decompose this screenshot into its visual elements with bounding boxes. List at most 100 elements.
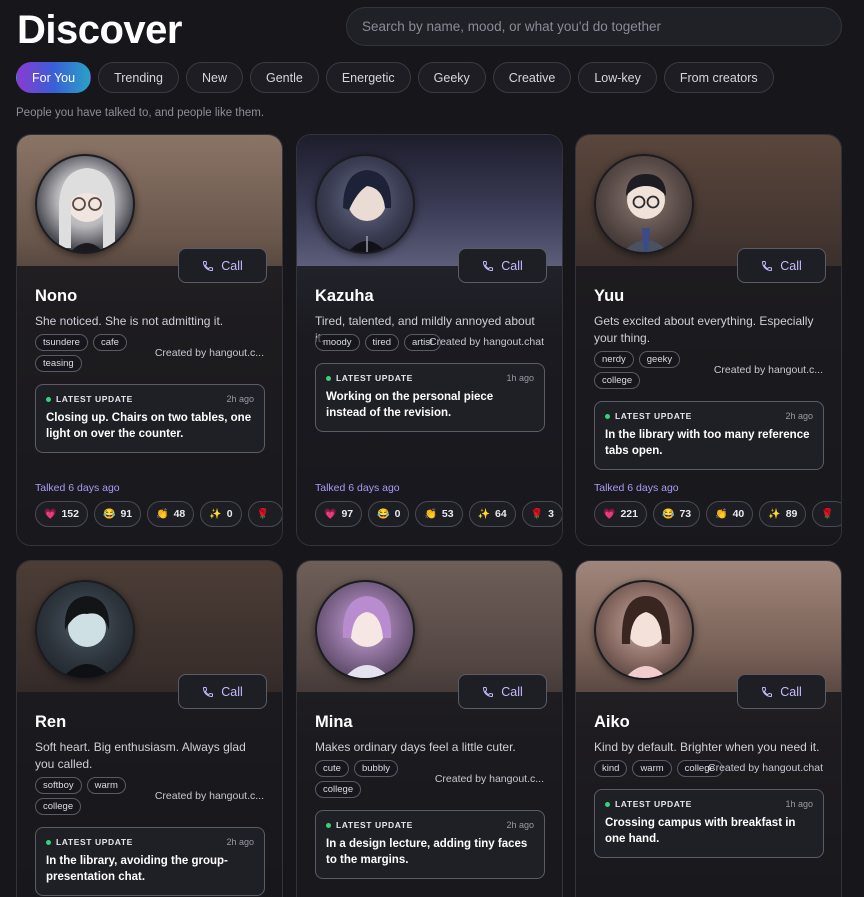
heart-icon: 💗	[44, 508, 57, 520]
avatar[interactable]	[315, 154, 415, 254]
latest-update[interactable]: LATEST UPDATE 2h ago In the library with…	[594, 401, 824, 470]
tag-list: moody tired artist	[315, 334, 441, 351]
creator-credit: Created by hangout.c...	[434, 773, 544, 785]
call-label: Call	[221, 684, 243, 699]
tag[interactable]: kind	[594, 760, 628, 777]
tag[interactable]: cute	[315, 760, 349, 777]
tag[interactable]: moody	[315, 334, 360, 351]
live-dot-icon	[605, 413, 610, 419]
update-time: 2h ago	[226, 837, 254, 847]
reaction-clap[interactable]: 👏 48	[147, 501, 195, 527]
search-input[interactable]	[346, 7, 842, 46]
tab-new[interactable]: New	[185, 62, 243, 93]
reaction-rose[interactable]: 🌹 3	[521, 501, 562, 527]
sparkle-icon: ✨	[477, 508, 491, 520]
category-tabs: For You Trending New Gentle Energetic Ge…	[16, 62, 774, 93]
avatar[interactable]	[594, 154, 694, 254]
tag[interactable]: teasing	[35, 355, 82, 372]
reaction-grin[interactable]: 😂 0	[368, 501, 410, 527]
call-button[interactable]: Call	[458, 248, 547, 283]
tag[interactable]: tsundere	[35, 334, 88, 351]
live-dot-icon	[46, 396, 51, 402]
update-time: 2h ago	[785, 411, 813, 421]
reaction-sparkle[interactable]: ✨ 0	[200, 501, 242, 527]
latest-update[interactable]: LATEST UPDATE 2h ago In a design lecture…	[315, 810, 545, 879]
rose-icon: 🌹	[530, 508, 544, 520]
latest-update[interactable]: LATEST UPDATE 1h ago Crossing campus wit…	[594, 789, 824, 858]
reaction-bar: 💗 152 😂 91 👏 48 ✨ 0 🌹	[35, 501, 282, 527]
character-card[interactable]: Call Mina Makes ordinary days feel a lit…	[296, 560, 563, 897]
tag-list: college	[315, 781, 362, 798]
sparkle-icon: ✨	[209, 508, 222, 520]
reaction-rose[interactable]: 🌹	[812, 501, 841, 527]
reaction-heart[interactable]: 💗 97	[315, 501, 363, 527]
latest-update[interactable]: LATEST UPDATE 2h ago In the library, avo…	[35, 827, 265, 896]
tag[interactable]: college	[315, 781, 362, 798]
update-text: In the library with too many reference t…	[605, 429, 810, 457]
tab-from-creators[interactable]: From creators	[663, 62, 774, 93]
call-button[interactable]: Call	[458, 674, 547, 709]
update-text: In a design lecture, adding tiny faces t…	[326, 838, 528, 866]
character-card[interactable]: Call Nono She noticed. She is not admitt…	[16, 134, 283, 546]
avatar[interactable]	[35, 580, 135, 680]
call-label: Call	[501, 684, 523, 699]
tab-trending[interactable]: Trending	[98, 62, 179, 93]
reaction-heart[interactable]: 💗 221	[594, 501, 647, 527]
latest-update[interactable]: LATEST UPDATE 1h ago Working on the pers…	[315, 363, 545, 432]
creator-credit: Created by hangout.c...	[154, 347, 264, 359]
tag[interactable]: geeky	[638, 351, 681, 368]
character-name: Kazuha	[315, 287, 374, 305]
reaction-grin[interactable]: 😂 91	[93, 501, 142, 527]
update-time: 2h ago	[506, 820, 534, 830]
phone-icon	[762, 686, 773, 697]
character-description: Gets excited about everything. Especiall…	[594, 314, 814, 345]
live-dot-icon	[605, 801, 610, 807]
tag[interactable]: softboy	[35, 777, 82, 794]
call-button[interactable]: Call	[178, 674, 267, 709]
tab-for-you[interactable]: For You	[16, 62, 92, 93]
live-dot-icon	[46, 839, 51, 845]
call-button[interactable]: Call	[178, 248, 267, 283]
reaction-sparkle[interactable]: ✨ 64	[468, 501, 516, 527]
tag-list: cute bubbly	[315, 760, 398, 777]
tag[interactable]: bubbly	[353, 760, 398, 777]
avatar[interactable]	[35, 154, 135, 254]
avatar[interactable]	[594, 580, 694, 680]
reaction-grin[interactable]: 😂 73	[652, 501, 701, 527]
tag[interactable]: tired	[364, 334, 399, 351]
tag[interactable]: college	[35, 798, 82, 815]
reaction-sparkle[interactable]: ✨ 89	[759, 501, 807, 527]
tab-low-key[interactable]: Low-key	[578, 62, 657, 93]
reaction-rose[interactable]: 🌹	[247, 501, 282, 527]
tag[interactable]: college	[594, 372, 641, 389]
tag[interactable]: nerdy	[594, 351, 634, 368]
last-talked: Talked 6 days ago	[594, 482, 679, 494]
tab-geeky[interactable]: Geeky	[417, 62, 486, 93]
latest-update[interactable]: LATEST UPDATE 2h ago Closing up. Chairs …	[35, 384, 265, 453]
avatar[interactable]	[315, 580, 415, 680]
character-description: She noticed. She is not admitting it.	[35, 314, 224, 328]
last-talked: Talked 6 days ago	[315, 482, 400, 494]
page-title: Discover	[17, 8, 182, 52]
call-button[interactable]: Call	[737, 248, 826, 283]
tab-creative[interactable]: Creative	[492, 62, 572, 93]
tag[interactable]: cafe	[92, 334, 127, 351]
character-card[interactable]: Call Ren Soft heart. Big enthusiasm. Alw…	[16, 560, 283, 897]
tag[interactable]: warm	[86, 777, 126, 794]
tab-energetic[interactable]: Energetic	[325, 62, 411, 93]
reaction-clap[interactable]: 👏 53	[415, 501, 463, 527]
creator-credit: Created by hangout.chat	[708, 762, 823, 774]
reaction-heart[interactable]: 💗 152	[35, 501, 88, 527]
update-label: LATEST UPDATE	[336, 373, 413, 383]
tab-gentle[interactable]: Gentle	[249, 62, 319, 93]
clap-icon: 👏	[424, 508, 437, 520]
character-card[interactable]: Call Yuu Gets excited about everything. …	[575, 134, 842, 546]
reaction-bar: 💗 221 😂 73 👏 40 ✨ 89 🌹	[594, 501, 841, 527]
reaction-clap[interactable]: 👏 40	[706, 501, 754, 527]
character-card[interactable]: Call Kazuha Tired, talented, and mildly …	[296, 134, 563, 546]
tag[interactable]: warm	[632, 760, 672, 777]
call-button[interactable]: Call	[737, 674, 826, 709]
character-card[interactable]: Call Aiko Kind by default. Brighter when…	[575, 560, 842, 897]
update-text: Closing up. Chairs on two tables, one li…	[46, 412, 252, 440]
tag-list: college	[594, 372, 641, 389]
